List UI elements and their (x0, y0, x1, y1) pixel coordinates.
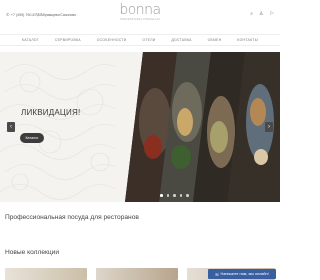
nav-item-serving[interactable]: Сервировка (55, 38, 81, 42)
search-icon[interactable]: ⌕ (250, 11, 253, 17)
chat-icon: ✉ (215, 272, 219, 277)
nav-item-delivery[interactable]: Доставка (171, 38, 191, 42)
nav-item-features[interactable]: Особенности (97, 38, 127, 42)
logo-wordmark: bonna (119, 2, 161, 18)
phone-icon: ✆ (6, 12, 10, 17)
hero-slider: ЛИКВИДАЦИЯ! Каталог ‹ › (0, 52, 280, 202)
header-icons: ⌕ ♙ ⚐ (250, 11, 274, 17)
user-icon[interactable]: ♙ (259, 11, 263, 17)
logo-subtitle: PROFESSIONAL PORCELAIN (120, 18, 160, 21)
slider-dot[interactable] (186, 194, 189, 197)
collection-card[interactable] (96, 268, 178, 280)
top-bar: ✆ +7 (495) 790-67-67 ⚲ Абрамцево/Сазонов… (0, 0, 280, 30)
city-selector[interactable]: ⚲ Абрамцево/Сазоново (36, 12, 76, 17)
slider-dot[interactable] (173, 194, 176, 197)
main-navigation: Каталог Сервировка Особенности Отели Дос… (0, 34, 280, 46)
hero-title: ЛИКВИДАЦИЯ! (21, 108, 81, 117)
chat-label: Напишите нам, мы онлайн! (220, 272, 269, 276)
nav-item-hotels[interactable]: Отели (142, 38, 155, 42)
location-icon: ⚲ (36, 12, 39, 17)
city-label: Абрамцево/Сазоново (40, 12, 77, 17)
chevron-right-icon: › (268, 124, 270, 130)
collection-card[interactable] (5, 268, 87, 280)
hero-food-image (115, 52, 280, 202)
nav-item-contacts[interactable]: Контакты (237, 38, 258, 42)
logo[interactable]: bonna PROFESSIONAL PORCELAIN (119, 3, 161, 25)
slider-next-button[interactable]: › (265, 122, 273, 132)
tagline: Профессиональная посуда для ресторанов (5, 214, 139, 221)
collections-heading: Новые коллекции (5, 249, 60, 256)
chevron-left-icon: ‹ (10, 124, 12, 130)
slider-dot[interactable] (166, 194, 169, 197)
slider-dot[interactable] (160, 194, 163, 197)
cart-icon[interactable]: ⚐ (270, 11, 274, 17)
hero-pattern-decoration (0, 64, 126, 200)
nav-item-exchange[interactable]: Обмен (208, 38, 222, 42)
slider-prev-button[interactable]: ‹ (7, 122, 15, 132)
hero-catalog-button[interactable]: Каталог (20, 133, 44, 143)
slider-dots (160, 194, 189, 197)
nav-item-catalog[interactable]: Каталог (22, 38, 39, 42)
slider-dot[interactable] (179, 194, 182, 197)
chat-widget-button[interactable]: ✉ Напишите нам, мы онлайн! (208, 269, 276, 279)
